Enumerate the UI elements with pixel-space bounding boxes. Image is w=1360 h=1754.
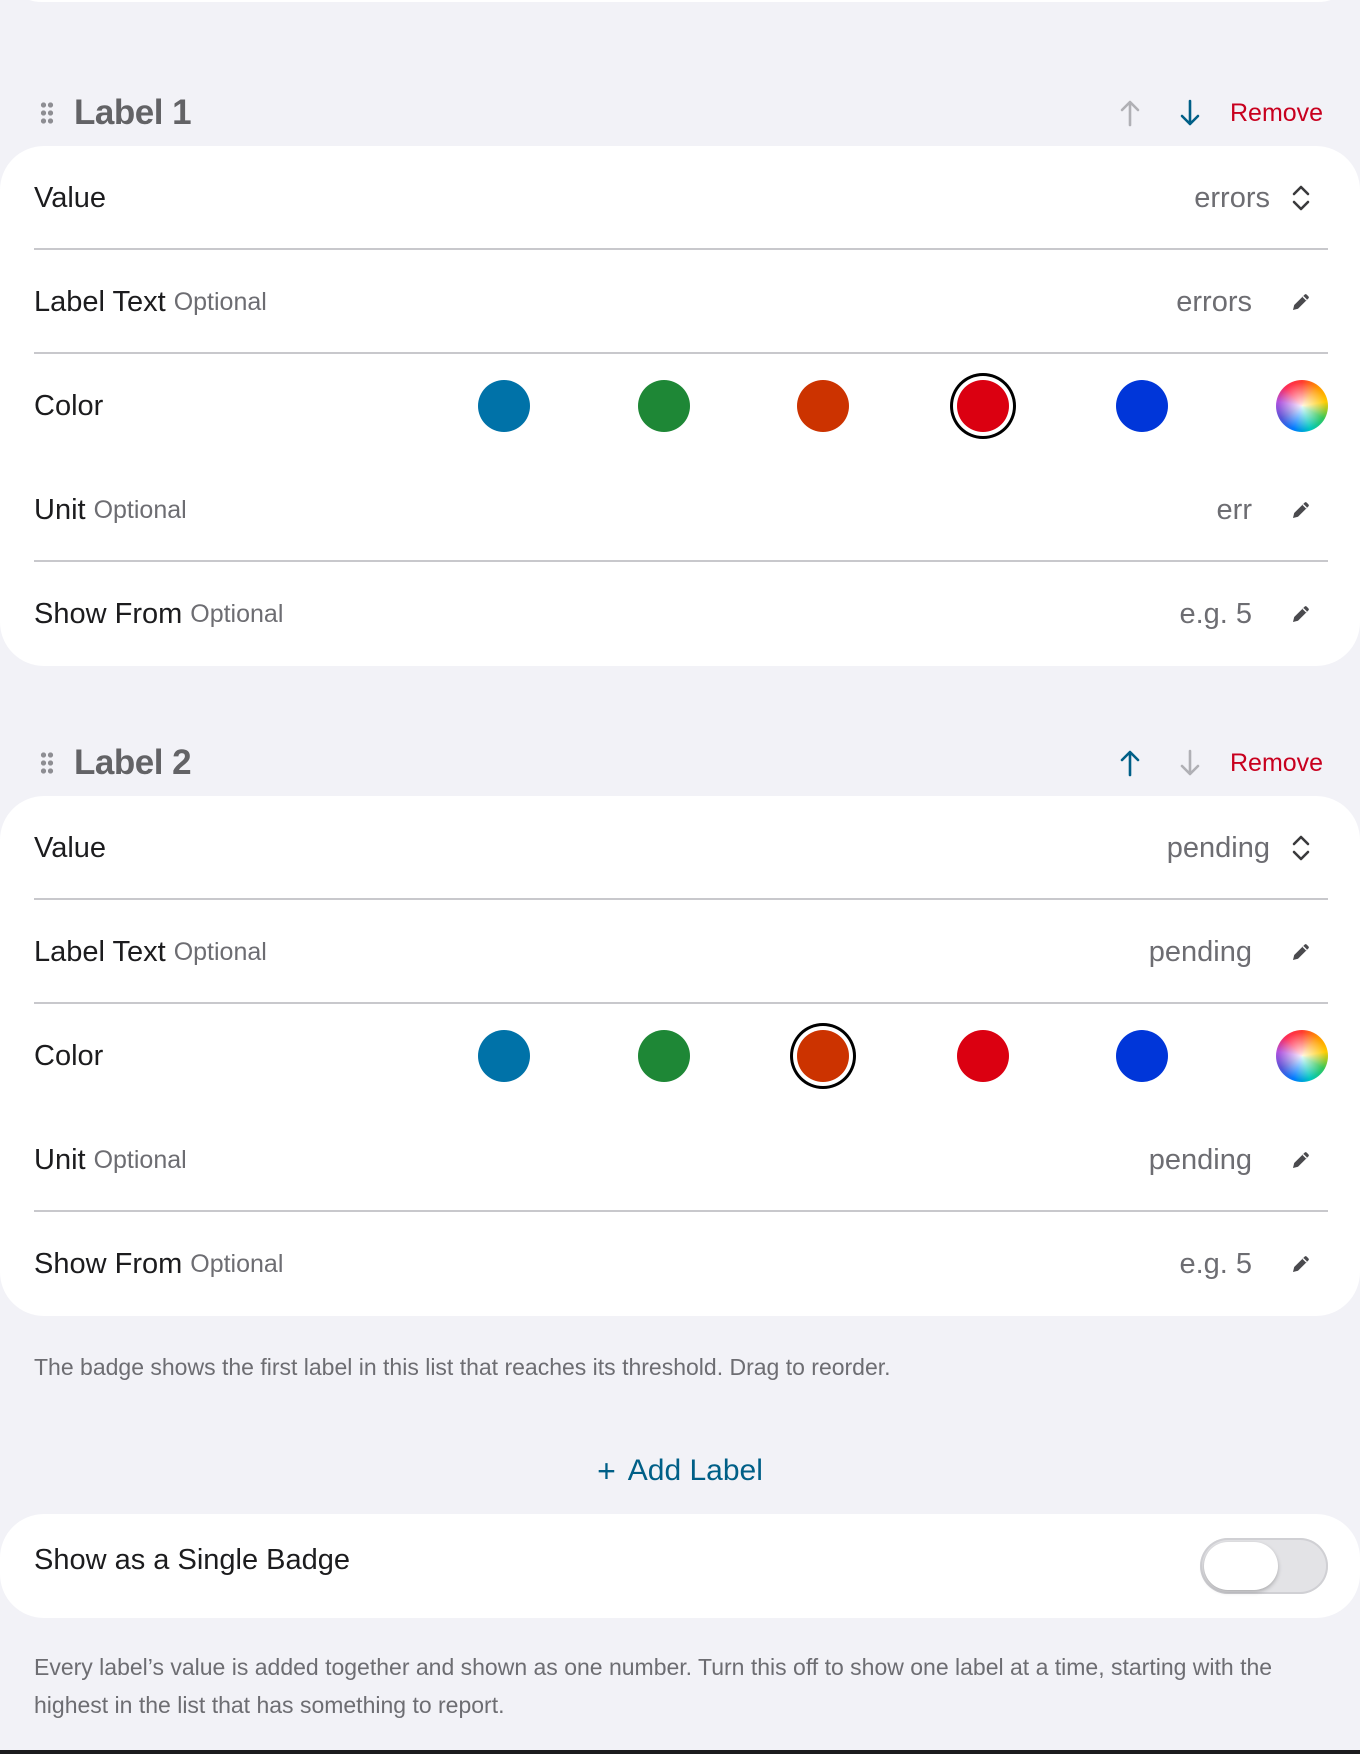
color-row: Color <box>34 354 1328 458</box>
unit-value[interactable]: err <box>1217 494 1252 527</box>
remove-button[interactable]: Remove <box>1230 749 1323 778</box>
show-from-row[interactable]: Show From Optional e.g. 5 <box>34 562 1328 666</box>
optional-tag: Optional <box>173 287 267 316</box>
order-footnote: The badge shows the first label in this … <box>34 1354 891 1380</box>
arrow-down-icon <box>1180 749 1200 776</box>
label-text-value[interactable]: pending <box>1149 936 1252 969</box>
chevron-up-down-icon[interactable] <box>1288 185 1314 211</box>
arrow-up-icon <box>1120 750 1140 777</box>
optional-tag: Optional <box>93 1145 187 1174</box>
label-text-row[interactable]: Label Text Optional pending <box>34 900 1328 1004</box>
color-swatch-green[interactable] <box>637 380 690 432</box>
color-swatch-green[interactable] <box>637 1030 690 1082</box>
optional-tag: Optional <box>173 937 267 966</box>
add-label-text: Add Label <box>627 1454 763 1487</box>
label-card: Value pending Label Text Optional pendin… <box>0 796 1360 1316</box>
row-label: Unit <box>34 493 86 526</box>
row-label: Color <box>34 389 104 422</box>
plus-icon: + <box>597 1452 616 1489</box>
arrow-up-icon <box>1120 100 1140 127</box>
pencil-icon[interactable] <box>1288 289 1314 315</box>
unit-row[interactable]: Unit Optional err <box>34 458 1328 562</box>
custom-color-wheel-icon[interactable] <box>1275 1030 1328 1082</box>
color-swatch-orange[interactable] <box>797 380 850 432</box>
color-swatch-teal-blue[interactable] <box>478 380 530 432</box>
label-card: Value errors Label Text Optional errors … <box>0 146 1360 666</box>
color-swatch-blue[interactable] <box>1116 1030 1169 1082</box>
color-swatch-red[interactable] <box>956 380 1009 432</box>
label-header: Label 1 Remove <box>0 78 1360 148</box>
show-from-row[interactable]: Show From Optional e.g. 5 <box>34 1212 1328 1316</box>
single-badge-label: Show as a Single Badge <box>34 1544 350 1576</box>
move-down-button[interactable] <box>1174 93 1206 133</box>
row-label: Show From <box>34 1247 183 1280</box>
single-badge-toggle[interactable] <box>1200 1538 1328 1594</box>
value-picker[interactable]: pending <box>1167 832 1270 865</box>
label-section-1: Label 1 Remove Value errors Label Text O… <box>0 78 1360 666</box>
single-badge-footnote: Every label’s value is added together an… <box>34 1654 1273 1718</box>
label-text-row[interactable]: Label Text Optional errors <box>34 250 1328 354</box>
show-from-placeholder[interactable]: e.g. 5 <box>1179 1248 1252 1281</box>
drag-handle-icon[interactable] <box>40 101 54 125</box>
value-picker[interactable]: errors <box>1194 182 1270 215</box>
row-label: Color <box>34 1039 104 1072</box>
single-badge-card: Show as a Single Badge <box>0 1514 1360 1618</box>
color-row: Color <box>34 1004 1328 1108</box>
value-row[interactable]: Value pending <box>34 796 1328 900</box>
color-swatches <box>478 354 1328 458</box>
show-from-placeholder[interactable]: e.g. 5 <box>1179 598 1252 631</box>
custom-color-wheel-icon[interactable] <box>1275 380 1328 432</box>
label-title: Label 2 <box>74 743 192 782</box>
pencil-icon[interactable] <box>1288 1251 1314 1277</box>
row-label: Label Text <box>34 285 166 318</box>
pencil-icon[interactable] <box>1288 939 1314 965</box>
optional-tag: Optional <box>190 1249 284 1278</box>
value-row[interactable]: Value errors <box>34 146 1328 250</box>
arrow-down-icon <box>1180 99 1200 126</box>
previous-card <box>0 0 1360 2</box>
move-down-button[interactable] <box>1174 743 1206 783</box>
pencil-icon[interactable] <box>1288 1147 1314 1173</box>
remove-button[interactable]: Remove <box>1230 99 1323 128</box>
row-label: Value <box>34 831 107 864</box>
add-label-button[interactable]: + Add Label <box>0 1446 1360 1496</box>
color-swatches <box>478 1004 1328 1108</box>
label-title: Label 1 <box>74 93 192 132</box>
optional-tag: Optional <box>93 495 187 524</box>
row-label: Label Text <box>34 935 166 968</box>
toggle-knob <box>1204 1542 1278 1590</box>
move-up-button[interactable] <box>1114 743 1146 783</box>
color-swatch-blue[interactable] <box>1116 380 1169 432</box>
row-label: Value <box>34 181 107 214</box>
optional-tag: Optional <box>190 599 284 628</box>
pencil-icon[interactable] <box>1288 601 1314 627</box>
row-label: Unit <box>34 1143 86 1176</box>
pencil-icon[interactable] <box>1288 497 1314 523</box>
row-label: Show From <box>34 597 183 630</box>
unit-value[interactable]: pending <box>1149 1144 1252 1177</box>
unit-row[interactable]: Unit Optional pending <box>34 1108 1328 1212</box>
label-text-value[interactable]: errors <box>1176 286 1252 319</box>
bottom-border <box>0 1750 1360 1754</box>
move-up-button[interactable] <box>1114 93 1146 133</box>
label-header: Label 2 Remove <box>0 728 1360 798</box>
color-swatch-orange[interactable] <box>797 1030 850 1082</box>
color-swatch-teal-blue[interactable] <box>478 1030 530 1082</box>
drag-handle-icon[interactable] <box>40 751 54 775</box>
color-swatch-red[interactable] <box>956 1030 1009 1082</box>
chevron-up-down-icon[interactable] <box>1288 835 1314 861</box>
label-section-2: Label 2 Remove Value pending Label Text … <box>0 728 1360 1316</box>
